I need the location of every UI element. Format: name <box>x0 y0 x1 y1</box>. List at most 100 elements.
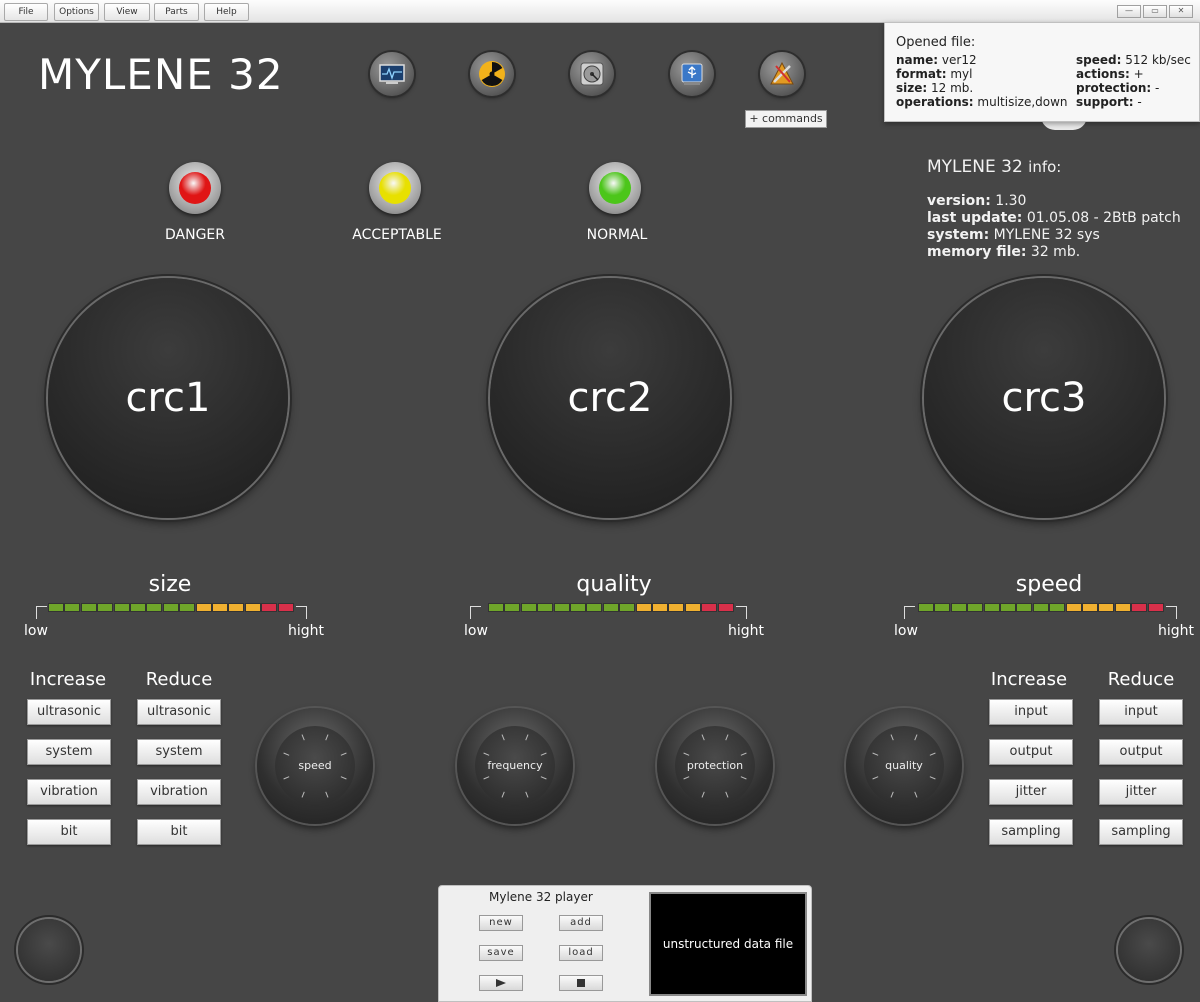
info-title: MYLENE 32 info: <box>927 157 1062 177</box>
menu-file[interactable]: File <box>4 3 48 21</box>
meter-segment <box>130 603 146 612</box>
meter-segment <box>277 603 294 612</box>
normal-led <box>589 162 641 214</box>
file-support-row: support: - <box>1076 95 1142 109</box>
player-load-button[interactable]: load <box>559 945 603 961</box>
maximize-button[interactable]: ▭ <box>1143 5 1167 18</box>
acceptable-led <box>369 162 421 214</box>
reduce-output-button[interactable]: output <box>1099 739 1183 765</box>
meter-segment <box>1082 603 1098 612</box>
reduce-input-button[interactable]: input <box>1099 699 1183 725</box>
player-new-button[interactable]: new <box>479 915 523 931</box>
meter-segment <box>64 603 81 612</box>
increase-bit-button[interactable]: bit <box>27 819 111 845</box>
right-corner-knob[interactable] <box>1118 919 1180 981</box>
size-meter <box>48 603 295 612</box>
size-high-label: hight <box>288 623 325 639</box>
radiation-icon[interactable] <box>470 52 514 96</box>
protection-dial[interactable]: protection <box>657 708 773 824</box>
meter-segment <box>48 603 64 612</box>
left-increase-heading: Increase <box>29 669 107 690</box>
meter-segment <box>570 603 586 612</box>
player-stop-button[interactable] <box>559 975 603 991</box>
left-corner-knob[interactable] <box>18 919 80 981</box>
reduce-sampling-button[interactable]: sampling <box>1099 819 1183 845</box>
reduce-ultrasonic-button[interactable]: ultrasonic <box>137 699 221 725</box>
menu-options[interactable]: Options <box>54 3 99 21</box>
meter-segment <box>212 603 228 612</box>
meter-segment <box>97 603 114 612</box>
meter-segment <box>1049 603 1066 612</box>
file-size-row: size: 12 mb. <box>896 81 974 95</box>
usb-drive-icon[interactable] <box>670 52 714 96</box>
meter-segment <box>1147 603 1164 612</box>
meter-segment <box>195 603 212 612</box>
file-name-row: name: ver12 <box>896 53 977 67</box>
meter-segment <box>967 603 984 612</box>
crc3-label: crc3 <box>1001 375 1087 421</box>
speed-meter <box>918 603 1165 612</box>
crc1-label: crc1 <box>125 375 211 421</box>
meter-segment <box>113 603 130 612</box>
meter-segment <box>162 603 179 612</box>
meter-segment <box>934 603 951 612</box>
size-bracket-right <box>296 606 307 619</box>
reduce-system-button[interactable]: system <box>137 739 221 765</box>
acceptable-label: ACCEPTABLE <box>352 227 442 243</box>
increase-ultrasonic-button[interactable]: ultrasonic <box>27 699 111 725</box>
increase-jitter-button[interactable]: jitter <box>989 779 1073 805</box>
speed-bracket-left <box>904 606 915 619</box>
meter-segment <box>1131 603 1148 612</box>
meter-segment <box>553 603 570 612</box>
frequency-dial[interactable]: frequency <box>457 708 573 824</box>
meter-segment <box>504 603 521 612</box>
meter-segment <box>602 603 619 612</box>
menu-parts[interactable]: Parts <box>154 3 199 21</box>
menu-help[interactable]: Help <box>204 3 249 21</box>
reduce-vibration-button[interactable]: vibration <box>137 779 221 805</box>
increase-output-button[interactable]: output <box>989 739 1073 765</box>
meter-segment <box>668 603 685 612</box>
meter-segment <box>179 603 196 612</box>
meter-segment <box>80 603 97 612</box>
speed-bracket-right <box>1166 606 1177 619</box>
player-add-button[interactable]: add <box>559 915 603 931</box>
meter-segment <box>1032 603 1049 612</box>
speed-dial[interactable]: speed <box>257 708 373 824</box>
crc1-circle[interactable]: crc1 <box>48 278 288 518</box>
increase-vibration-button[interactable]: vibration <box>27 779 111 805</box>
close-button[interactable]: ✕ <box>1169 5 1193 18</box>
menu-view[interactable]: View <box>104 3 150 21</box>
file-protection-row: protection: - <box>1076 81 1160 95</box>
size-low-label: low <box>24 623 48 639</box>
reduce-bit-button[interactable]: bit <box>137 819 221 845</box>
tools-icon[interactable] <box>760 52 804 96</box>
increase-sampling-button[interactable]: sampling <box>989 819 1073 845</box>
meter-segment <box>488 603 504 612</box>
increase-input-button[interactable]: input <box>989 699 1073 725</box>
activity-monitor-icon[interactable] <box>370 52 414 96</box>
player-save-button[interactable]: save <box>479 945 523 961</box>
meter-segment <box>520 603 537 612</box>
meter-segment <box>684 603 701 612</box>
size-meter-title: size <box>148 572 192 597</box>
normal-label: NORMAL <box>586 227 648 243</box>
meter-segment <box>1000 603 1016 612</box>
file-actions-row: actions: + <box>1076 67 1144 81</box>
commands-button[interactable]: + commands <box>745 110 827 128</box>
reduce-jitter-button[interactable]: jitter <box>1099 779 1183 805</box>
minimize-button[interactable]: — <box>1117 5 1141 18</box>
meter-segment <box>717 603 734 612</box>
quality-dial[interactable]: quality <box>846 708 962 824</box>
quality-bracket-left <box>470 606 481 619</box>
crc3-circle[interactable]: crc3 <box>924 278 1164 518</box>
left-reduce-heading: Reduce <box>145 669 213 690</box>
stop-icon <box>577 979 585 987</box>
speed-low-label: low <box>894 623 918 639</box>
player-panel: Mylene 32 player new add save load unstr… <box>438 885 812 1002</box>
player-play-button[interactable] <box>479 975 523 991</box>
increase-system-button[interactable]: system <box>27 739 111 765</box>
danger-led <box>169 162 221 214</box>
hard-drive-icon[interactable] <box>570 52 614 96</box>
crc2-circle[interactable]: crc2 <box>490 278 730 518</box>
